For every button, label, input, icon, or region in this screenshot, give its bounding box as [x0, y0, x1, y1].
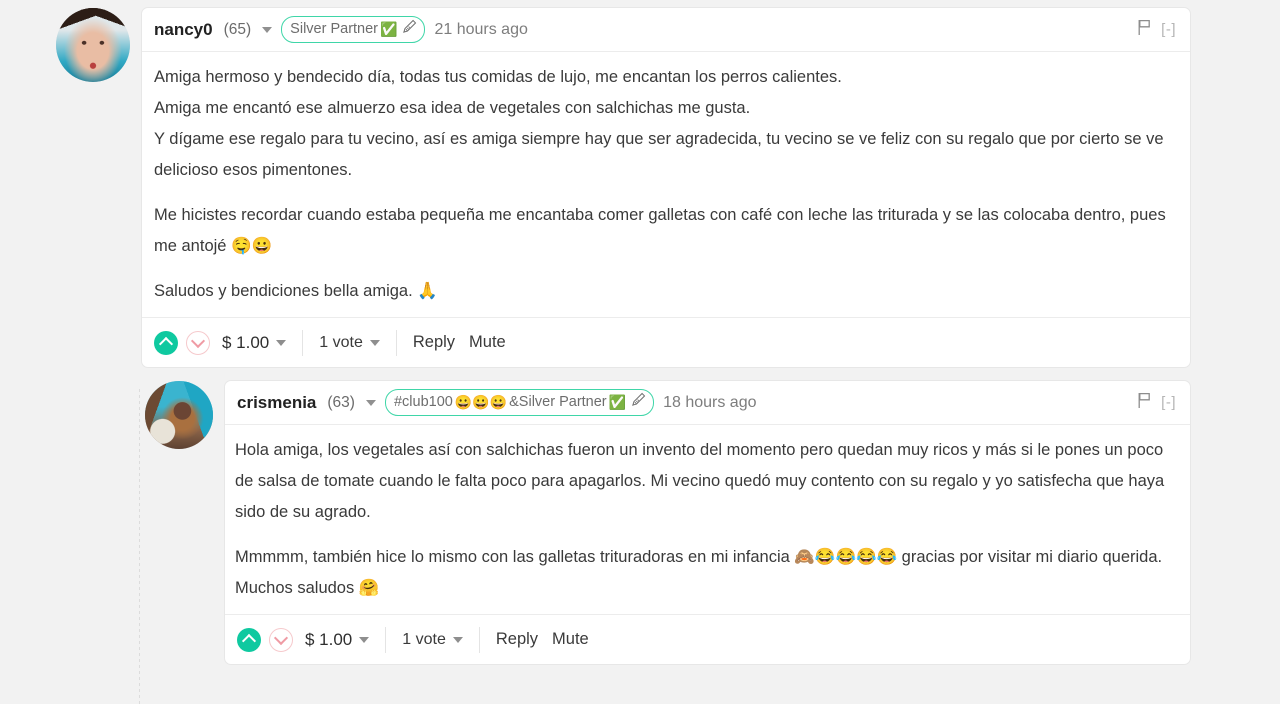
check-mark-icon: ✅: [380, 20, 398, 37]
author-reputation: (63): [327, 393, 355, 411]
payout-group[interactable]: $ 1.00: [210, 332, 287, 353]
chevron-down-icon: [359, 636, 370, 643]
comment-item: nancy0 (65) Silver Partner ✅ 21 hours ag…: [0, 0, 1280, 367]
author-name[interactable]: crismenia: [237, 393, 316, 413]
collapse-toggle[interactable]: [-]: [1161, 21, 1176, 38]
mute-button[interactable]: Mute: [552, 630, 589, 649]
avatar[interactable]: [145, 381, 213, 449]
divider: [478, 626, 480, 653]
avatar[interactable]: [56, 8, 130, 82]
chevron-down-icon[interactable]: [262, 26, 273, 33]
reply-button[interactable]: Reply: [413, 333, 455, 352]
comment-paragraph: Y dígame ese regalo para tu vecino, así …: [154, 130, 1164, 179]
chevron-down-icon: [273, 630, 289, 646]
flag-icon[interactable]: [1137, 392, 1152, 414]
reply-button[interactable]: Reply: [496, 630, 538, 649]
vote-count: 1 vote: [319, 333, 363, 351]
comment-footer: $ 1.00 1 vote Reply Mute: [225, 614, 1190, 664]
chevron-down-icon: [276, 339, 287, 346]
comment-card: crismenia (63) #club100 😀😀😀 &Silver Part…: [225, 381, 1190, 664]
status-badge[interactable]: Silver Partner ✅: [281, 16, 426, 43]
chevron-down-icon: [190, 333, 206, 349]
grinning-face-icon: 😀😀😀: [454, 393, 508, 410]
comment-item: crismenia (63) #club100 😀😀😀 &Silver Part…: [0, 367, 1280, 704]
downvote-button[interactable]: [186, 330, 210, 355]
comment-header: crismenia (63) #club100 😀😀😀 &Silver Part…: [225, 381, 1190, 425]
comment-body: Hola amiga, los vegetales así con salchi…: [225, 425, 1190, 614]
vote-count: 1 vote: [402, 630, 446, 648]
votes-group[interactable]: 1 vote: [319, 334, 380, 352]
comment-paragraph: Saludos y bendiciones bella amiga. 🙏: [154, 282, 438, 300]
comment-body: Amiga hermoso y bendecido día, todas tus…: [142, 52, 1190, 317]
payout-group[interactable]: $ 1.00: [293, 629, 370, 650]
chevron-down-icon: [369, 339, 380, 346]
timestamp[interactable]: 18 hours ago: [663, 394, 756, 412]
divider: [302, 329, 304, 356]
payout-amount: $ 1.00: [222, 332, 270, 352]
comment-thread: nancy0 (65) Silver Partner ✅ 21 hours ag…: [0, 0, 1280, 704]
badge-label-prefix: #club100: [393, 393, 453, 410]
chevron-down-icon[interactable]: [365, 399, 376, 406]
badge-label-suffix: &Silver Partner: [509, 393, 607, 410]
avatar-image: [56, 8, 130, 82]
pen-icon: [631, 392, 646, 411]
mute-button[interactable]: Mute: [469, 333, 506, 352]
check-mark-icon: ✅: [608, 393, 627, 410]
pen-icon: [402, 19, 417, 38]
author-reputation: (65): [223, 20, 252, 38]
comment-paragraph: Amiga me encantó ese almuerzo esa idea d…: [154, 99, 751, 117]
author-name[interactable]: nancy0: [154, 20, 213, 40]
downvote-button[interactable]: [269, 627, 293, 652]
divider: [395, 329, 397, 356]
votes-group[interactable]: 1 vote: [402, 631, 463, 649]
comment-paragraph: Amiga hermoso y bendecido día, todas tus…: [154, 68, 842, 86]
chevron-up-icon: [158, 336, 174, 352]
comment-paragraph: Mmmmm, también hice lo mismo con las gal…: [235, 548, 1163, 597]
comment-header: nancy0 (65) Silver Partner ✅ 21 hours ag…: [142, 8, 1190, 52]
upvote-button[interactable]: [237, 627, 261, 652]
flag-icon[interactable]: [1137, 19, 1152, 41]
comment-paragraph: Me hicistes recordar cuando estaba peque…: [154, 206, 1166, 255]
payout-amount: $ 1.00: [305, 629, 353, 649]
divider: [385, 626, 387, 653]
chevron-up-icon: [241, 633, 257, 649]
avatar-image: [145, 381, 213, 449]
comment-card: nancy0 (65) Silver Partner ✅ 21 hours ag…: [142, 8, 1190, 367]
status-badge[interactable]: #club100 😀😀😀 &Silver Partner ✅: [384, 389, 655, 416]
comment-paragraph: Hola amiga, los vegetales así con salchi…: [235, 441, 1165, 521]
thread-guide-line: [139, 389, 140, 704]
badge-label: Silver Partner: [290, 20, 379, 37]
upvote-button[interactable]: [154, 330, 178, 355]
timestamp[interactable]: 21 hours ago: [434, 21, 527, 39]
chevron-down-icon: [452, 636, 463, 643]
collapse-toggle[interactable]: [-]: [1161, 394, 1176, 411]
comment-footer: $ 1.00 1 vote Reply Mute: [142, 317, 1190, 367]
